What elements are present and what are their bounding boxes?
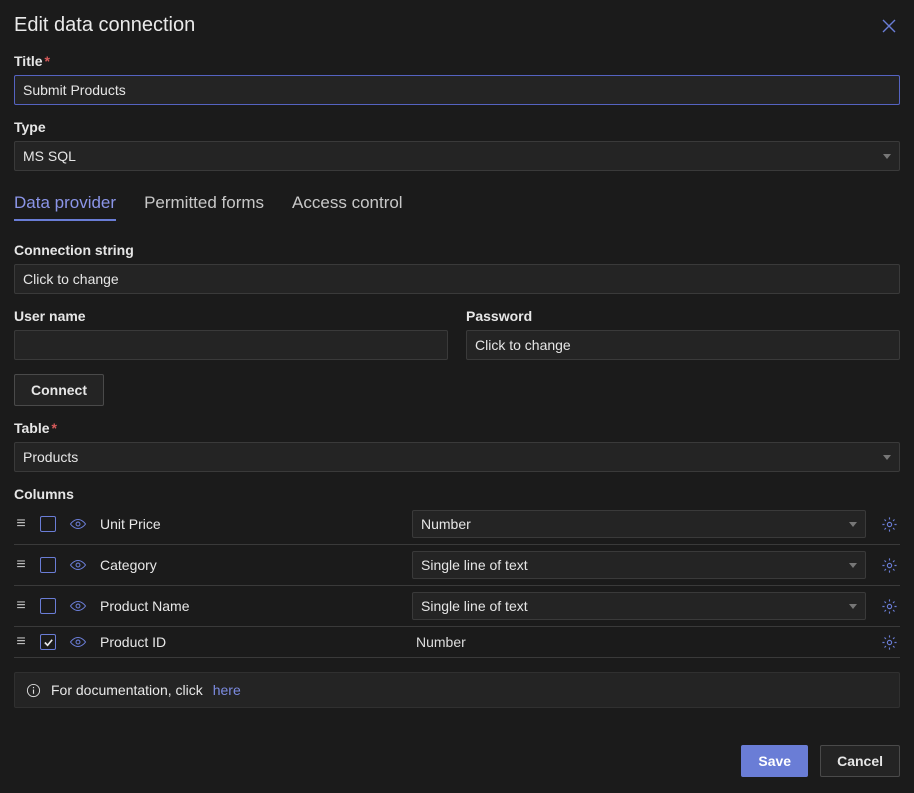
type-select[interactable]: MS SQL [14, 141, 900, 171]
close-icon[interactable] [878, 15, 900, 37]
password-label: Password [466, 308, 900, 324]
column-type-value: Single line of text [421, 557, 528, 573]
save-button[interactable]: Save [741, 745, 808, 777]
chevron-down-icon [849, 604, 857, 609]
column-checkbox[interactable] [40, 516, 56, 532]
connection-string-input[interactable] [14, 264, 900, 294]
doc-link[interactable]: here [213, 682, 241, 698]
gear-icon[interactable] [878, 634, 900, 651]
column-checkbox[interactable] [40, 634, 56, 650]
column-checkbox[interactable] [40, 557, 56, 573]
chevron-down-icon [883, 154, 891, 159]
tab-permitted-forms[interactable]: Permitted forms [144, 193, 264, 221]
tab-access-control[interactable]: Access control [292, 193, 403, 221]
column-type-select[interactable]: Single line of text [412, 551, 866, 579]
column-name: Unit Price [100, 516, 400, 532]
column-type-value: Number [421, 516, 471, 532]
info-icon [25, 682, 41, 698]
eye-icon[interactable] [68, 517, 88, 531]
password-input[interactable] [466, 330, 900, 360]
chevron-down-icon [849, 563, 857, 568]
table-select[interactable]: Products [14, 442, 900, 472]
connection-string-label: Connection string [14, 242, 900, 258]
column-name: Product ID [100, 634, 400, 650]
eye-icon[interactable] [68, 635, 88, 649]
chevron-down-icon [883, 455, 891, 460]
username-label: User name [14, 308, 448, 324]
connect-button[interactable]: Connect [14, 374, 104, 406]
column-checkbox[interactable] [40, 598, 56, 614]
column-row: ≡ Product ID Number [14, 627, 900, 658]
cancel-button[interactable]: Cancel [820, 745, 900, 777]
gear-icon[interactable] [878, 557, 900, 574]
title-label: Title* [14, 53, 900, 69]
columns-label: Columns [14, 486, 900, 502]
drag-handle-icon[interactable]: ≡ [14, 515, 28, 533]
column-row: ≡ Product Name Single line of text [14, 586, 900, 627]
table-select-value: Products [23, 449, 78, 465]
column-name: Category [100, 557, 400, 573]
title-input[interactable] [14, 75, 900, 105]
tab-data-provider[interactable]: Data provider [14, 193, 116, 221]
dialog-title: Edit data connection [14, 14, 195, 37]
chevron-down-icon [849, 522, 857, 527]
eye-icon[interactable] [68, 599, 88, 613]
type-select-value: MS SQL [23, 148, 76, 164]
eye-icon[interactable] [68, 558, 88, 572]
doc-text: For documentation, click [51, 682, 203, 698]
column-row: ≡ Unit Price Number [14, 508, 900, 545]
column-row: ≡ Category Single line of text [14, 545, 900, 586]
column-name: Product Name [100, 598, 400, 614]
username-input[interactable] [14, 330, 448, 360]
type-label: Type [14, 119, 900, 135]
drag-handle-icon[interactable]: ≡ [14, 633, 28, 651]
drag-handle-icon[interactable]: ≡ [14, 556, 28, 574]
column-type-value: Single line of text [421, 598, 528, 614]
gear-icon[interactable] [878, 598, 900, 615]
column-type-select[interactable]: Number [412, 510, 866, 538]
gear-icon[interactable] [878, 516, 900, 533]
column-type-select[interactable]: Single line of text [412, 592, 866, 620]
table-label: Table* [14, 420, 900, 436]
drag-handle-icon[interactable]: ≡ [14, 597, 28, 615]
column-type-value: Number [412, 634, 866, 650]
